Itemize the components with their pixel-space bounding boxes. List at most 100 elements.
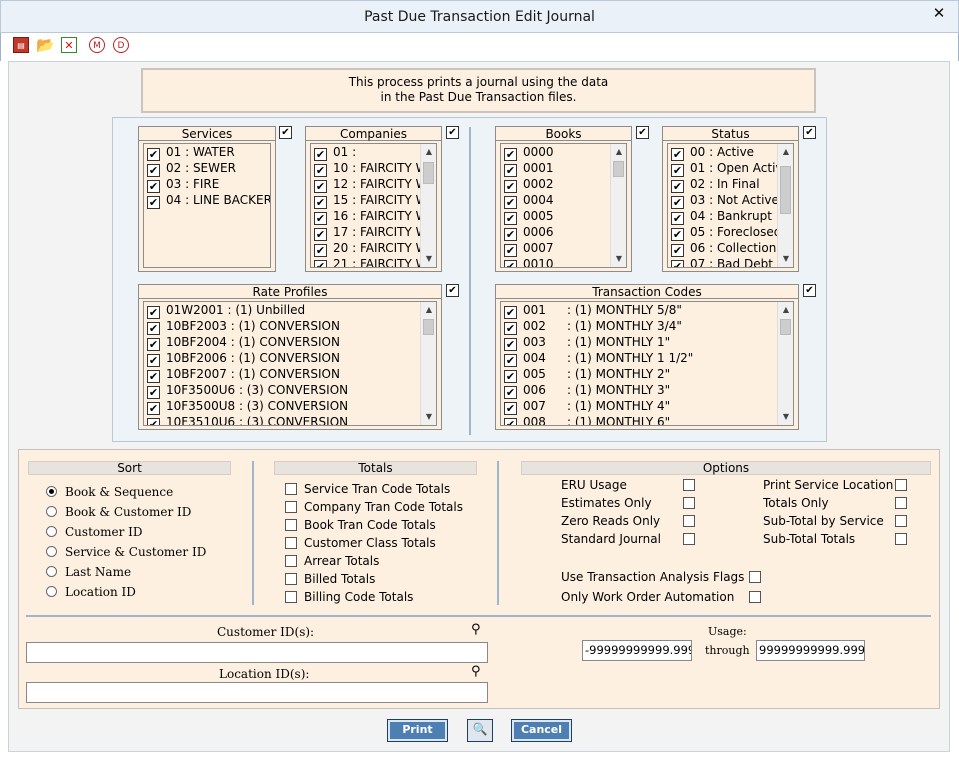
checkbox[interactable] [285,537,297,549]
checkbox[interactable] [285,519,297,531]
list-item[interactable]: ✔ 21 : FAIRCITY W [311,256,436,267]
radio-icon[interactable] [46,526,57,537]
totals-option[interactable]: Company Tran Code Totals [285,500,463,514]
subtotal-by-service-checkbox[interactable] [895,515,907,527]
standard-journal-checkbox[interactable] [683,533,695,545]
scrollbar[interactable]: ▲ ▼ [777,144,793,267]
list-item[interactable]: ✔ 10F3510U6 : (3) CONVERSION [144,414,436,425]
list-item[interactable]: ✔ 10F3500U6 : (3) CONVERSION [144,382,436,399]
select-all-rate-profiles-icon[interactable]: ✔ [446,284,459,297]
close-button[interactable]: ✕ [922,2,956,24]
preview-icon[interactable]: 🔍 [467,719,493,742]
list-item[interactable]: ✔ 04 : Bankrupt [668,208,793,225]
sort-option-service-customer[interactable]: Service & Customer ID [46,545,206,559]
list-item[interactable]: ✔ 01 : WATER [144,144,270,161]
list-item[interactable]: ✔ 004: (1) MONTHLY 1 1/2" [501,350,793,367]
totals-option[interactable]: Billing Code Totals [285,590,413,604]
checkbox[interactable] [285,501,297,513]
sort-option-customer-id[interactable]: Customer ID [46,525,143,539]
list-item[interactable]: ✔ 15 : FAIRCITY W [311,192,436,209]
list-item[interactable]: ✔ 16 : FAIRCITY W [311,208,436,225]
totals-option[interactable]: Arrear Totals [285,554,379,568]
list-item[interactable]: ✔ 007: (1) MONTHLY 4" [501,398,793,415]
select-all-companies-icon[interactable]: ✔ [446,126,459,139]
transaction-analysis-flags-checkbox[interactable] [749,571,761,583]
list-item[interactable]: ✔ 005: (1) MONTHLY 2" [501,366,793,383]
list-item[interactable]: ✔ 02 : SEWER [144,160,270,177]
totals-option[interactable]: Book Tran Code Totals [285,518,436,532]
scrollbar[interactable]: ▲ ▼ [420,302,436,425]
totals-option[interactable]: Customer Class Totals [285,536,436,550]
usage-from-input[interactable]: -99999999999.99999 [582,640,692,661]
radio-icon[interactable] [46,506,57,517]
location-search-icon[interactable]: ⚲ [471,664,481,679]
sort-option-location-id[interactable]: Location ID [46,585,136,599]
subtotal-totals-checkbox[interactable] [895,533,907,545]
list-item[interactable]: ✔ 10BF2004 : (1) CONVERSION [144,334,436,351]
list-item[interactable]: ✔ 10BF2003 : (1) CONVERSION [144,318,436,335]
list-item[interactable]: ✔ 10 : FAIRCITY W [311,160,436,177]
checkbox[interactable] [285,555,297,567]
list-item[interactable]: ✔ 00 : Active [668,144,793,161]
zero-reads-only-checkbox[interactable] [683,515,695,527]
list-item[interactable]: ✔ 0001 [501,160,626,177]
list-item[interactable]: ✔ 0004 [501,192,626,209]
estimates-only-checkbox[interactable] [683,497,695,509]
select-all-services-icon[interactable]: ✔ [279,126,292,139]
radio-icon[interactable] [46,586,57,597]
list-item[interactable]: ✔ 006: (1) MONTHLY 3" [501,382,793,399]
radio-icon[interactable] [46,566,57,577]
list-item[interactable]: ✔ 0007 [501,240,626,257]
list-item[interactable]: ✔ 0010 [501,256,626,267]
list-item[interactable]: ✔ 05 : Foreclosed [668,224,793,241]
print-button[interactable]: Print [387,719,448,742]
sort-option-book-sequence[interactable]: Book & Sequence [46,485,173,499]
list-item[interactable]: ✔ 0002 [501,176,626,193]
list-item[interactable]: ✔ 17 : FAIRCITY W [311,224,436,241]
list-item[interactable]: ✔ 06 : Collection [668,240,793,257]
usage-to-input[interactable]: 99999999999.99999 [756,640,865,661]
list-item[interactable]: ✔ 02 : In Final [668,176,793,193]
list-item[interactable]: ✔ 0006 [501,224,626,241]
list-item[interactable]: ✔ 04 : LINE BACKER [144,192,270,209]
open-folder-icon[interactable]: 📂 [36,37,55,53]
list-item[interactable]: ✔ 07 : Bad Debt [668,256,793,267]
checkbox[interactable]: ✔ [147,196,160,209]
list-item[interactable]: ✔ 0000 [501,144,626,161]
select-all-transaction-codes-icon[interactable]: ✔ [803,284,816,297]
list-item[interactable]: ✔ 10BF2006 : (1) CONVERSION [144,350,436,367]
checkbox[interactable] [285,591,297,603]
list-item[interactable]: ✔ 001: (1) MONTHLY 5/8" [501,302,793,319]
list-item[interactable]: ✔ 002: (1) MONTHLY 3/4" [501,318,793,335]
radio-selected-icon[interactable] [46,486,57,497]
list-item[interactable]: ✔ 008: (1) MONTHLY 6" [501,414,793,425]
list-item[interactable]: ✔ 03 : Not Active [668,192,793,209]
customer-id-input[interactable] [26,642,488,663]
list-item[interactable]: ✔ 01 : Open Activit [668,160,793,177]
d-icon[interactable]: D [113,37,129,53]
list-item[interactable]: ✔ 03 : FIRE [144,176,270,193]
list-item[interactable]: ✔ 10F3500U8 : (3) CONVERSION [144,398,436,415]
checkbox[interactable]: ✔ [504,418,517,425]
checkbox[interactable]: ✔ [147,418,160,425]
totals-option[interactable]: Service Tran Code Totals [285,482,450,496]
totals-only-checkbox[interactable] [895,497,907,509]
sort-option-book-customer[interactable]: Book & Customer ID [46,505,191,519]
list-item[interactable]: ✔ 01 : [311,144,436,161]
list-item[interactable]: ✔ 003: (1) MONTHLY 1" [501,334,793,351]
m-icon[interactable]: M [89,37,105,53]
checkbox[interactable] [285,483,297,495]
select-all-books-icon[interactable]: ✔ [636,126,649,139]
print-service-location-checkbox[interactable] [895,479,907,491]
customer-search-icon[interactable]: ⚲ [471,622,481,637]
location-id-input[interactable] [26,682,488,703]
work-order-automation-checkbox[interactable] [749,591,761,603]
totals-option[interactable]: Billed Totals [285,572,375,586]
select-all-status-icon[interactable]: ✔ [803,126,816,139]
scrollbar[interactable]: ▲ ▼ [610,144,626,267]
cancel-button[interactable]: Cancel [511,719,572,742]
eru-usage-checkbox[interactable] [683,479,695,491]
radio-icon[interactable] [46,546,57,557]
list-item[interactable]: ✔ 0005 [501,208,626,225]
list-item[interactable]: ✔ 01W2001 : (1) Unbilled [144,302,436,319]
